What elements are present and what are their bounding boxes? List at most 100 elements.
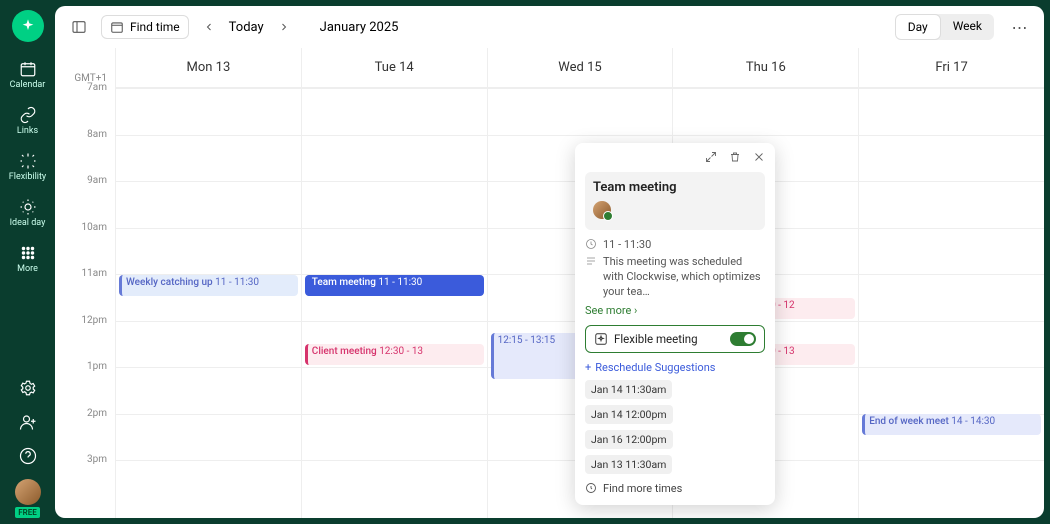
day-column-fri[interactable]: Fri 17 End of week meet 14 - 14:30	[858, 48, 1044, 518]
sidebar-item-label: Links	[17, 126, 38, 136]
app-logo[interactable]	[12, 10, 44, 42]
day-column-tue[interactable]: Tue 14 Team meeting 11 - 11:30 Client me…	[301, 48, 487, 518]
day-header: Thu 16	[673, 48, 858, 88]
calendar-search-icon	[110, 20, 124, 34]
flex-icon	[19, 152, 37, 170]
popover-description: This meeting was scheduled with Clockwis…	[603, 255, 765, 300]
view-week-button[interactable]: Week	[941, 14, 994, 40]
today-button[interactable]: Today	[229, 20, 264, 35]
reschedule-suggestions-button[interactable]: + Reschedule Suggestions	[585, 361, 765, 374]
calendar-icon	[19, 60, 37, 78]
plus-icon: +	[585, 361, 591, 374]
close-button[interactable]	[753, 151, 765, 166]
main-panel: Find time Today January 2025 Day Week ⋯ …	[55, 6, 1044, 518]
event-title: Weekly catching up	[126, 277, 213, 288]
sidebar-item-flexibility[interactable]: Flexibility	[0, 144, 55, 190]
attendee-avatar[interactable]	[593, 201, 611, 219]
day-header: Tue 14	[302, 48, 487, 88]
trash-icon	[729, 151, 741, 163]
popover-title: Team meeting	[593, 180, 757, 195]
month-label: January 2025	[320, 20, 399, 35]
plan-badge: FREE	[15, 507, 40, 518]
sidebar: Calendar Links Flexibility Ideal day Mor…	[0, 0, 55, 524]
day-header: Fri 17	[859, 48, 1044, 88]
event-time: 12:15 - 13:15	[498, 335, 556, 346]
panel-icon	[71, 19, 87, 35]
link-icon	[19, 106, 37, 124]
user-avatar[interactable]	[15, 479, 41, 505]
clock-refresh-icon	[585, 482, 597, 494]
popover-time: 11 - 11:30	[603, 238, 651, 251]
chevron-right-icon	[278, 21, 290, 33]
hour-label: 3pm	[87, 454, 107, 465]
suggestion-chips: Jan 14 11:30am Jan 14 12:00pm Jan 16 12:…	[585, 380, 765, 474]
help-icon	[19, 447, 37, 465]
event-client-meeting[interactable]: Client meeting 12:30 - 13	[305, 344, 484, 365]
more-menu-button[interactable]: ⋯	[1008, 15, 1032, 39]
panel-toggle-button[interactable]	[67, 15, 91, 39]
hour-label: 10am	[82, 222, 107, 233]
flexible-toggle[interactable]	[730, 332, 756, 346]
view-day-button[interactable]: Day	[895, 14, 941, 40]
event-team-meeting[interactable]: Team meeting 11 - 11:30	[305, 275, 484, 296]
find-time-label: Find time	[130, 20, 180, 34]
flexible-meeting-row: Flexible meeting	[585, 325, 765, 353]
event-title: End of week meet	[869, 416, 949, 427]
event-title: Team meeting	[312, 277, 376, 288]
suggestion-chip[interactable]: Jan 14 12:00pm	[585, 405, 673, 424]
sidebar-item-ideal-day[interactable]: Ideal day	[0, 190, 55, 236]
flexible-meeting-label: Flexible meeting	[614, 332, 724, 346]
sidebar-item-calendar[interactable]: Calendar	[0, 52, 55, 98]
popover-header: Team meeting	[585, 172, 765, 230]
next-button[interactable]	[274, 17, 294, 37]
event-popover: Team meeting 11 - 11:30 This meeting was…	[575, 143, 775, 505]
suggestion-chip[interactable]: Jan 13 11:30am	[585, 455, 672, 474]
sparkle-icon	[20, 18, 36, 34]
sidebar-item-label: Flexibility	[9, 172, 46, 182]
find-more-times-button[interactable]: Find more times	[585, 482, 765, 495]
event-end-of-week[interactable]: End of week meet 14 - 14:30	[862, 414, 1041, 435]
sidebar-item-more[interactable]: More	[0, 236, 55, 282]
description-icon	[585, 255, 597, 267]
sidebar-item-label: Calendar	[10, 80, 46, 90]
invite-button[interactable]	[19, 407, 37, 441]
prev-button[interactable]	[199, 17, 219, 37]
find-time-button[interactable]: Find time	[101, 15, 189, 39]
user-plus-icon	[19, 413, 37, 431]
see-more-button[interactable]: See more ›	[585, 304, 765, 317]
gear-icon	[19, 379, 37, 397]
chevron-left-icon	[203, 21, 215, 33]
dots-icon: ⋯	[1012, 18, 1029, 37]
event-time: 11 - 11:30	[215, 277, 259, 288]
sidebar-item-label: More	[17, 264, 38, 274]
hour-label: 11am	[82, 268, 107, 279]
sidebar-item-links[interactable]: Links	[0, 98, 55, 144]
hour-label: 12pm	[81, 315, 107, 326]
expand-button[interactable]	[705, 151, 717, 166]
event-title: Client meeting	[312, 346, 377, 357]
suggestion-chip[interactable]: Jan 14 11:30am	[585, 380, 672, 399]
calendar-grid: GMT+1 7am 8am 9am 10am 11am 12pm 1pm 2pm…	[55, 48, 1044, 518]
sun-icon	[19, 198, 37, 216]
sparkle-square-icon	[594, 332, 608, 346]
time-column: GMT+1 7am 8am 9am 10am 11am 12pm 1pm 2pm…	[55, 48, 115, 518]
event-time: 12:30 - 13	[379, 346, 423, 357]
hour-label: 2pm	[87, 408, 107, 419]
settings-button[interactable]	[19, 373, 37, 407]
toolbar: Find time Today January 2025 Day Week ⋯	[55, 6, 1044, 48]
help-button[interactable]	[19, 441, 37, 475]
hour-label: 7am	[87, 82, 107, 93]
event-time: 11 - 11:30	[378, 277, 422, 288]
grid-icon	[19, 244, 37, 262]
event-weekly-catching-up[interactable]: Weekly catching up 11 - 11:30	[119, 275, 298, 296]
view-segment: Day Week	[895, 14, 994, 40]
clock-icon	[585, 238, 597, 250]
delete-button[interactable]	[729, 151, 741, 166]
close-icon	[753, 151, 765, 163]
day-header: Wed 15	[488, 48, 673, 88]
suggestion-chip[interactable]: Jan 16 12:00pm	[585, 430, 673, 449]
hour-label: 9am	[87, 175, 107, 186]
sidebar-item-label: Ideal day	[10, 218, 46, 228]
day-columns: Mon 13 Weekly catching up 11 - 11:30 Tue…	[115, 48, 1044, 518]
day-column-mon[interactable]: Mon 13 Weekly catching up 11 - 11:30	[115, 48, 301, 518]
